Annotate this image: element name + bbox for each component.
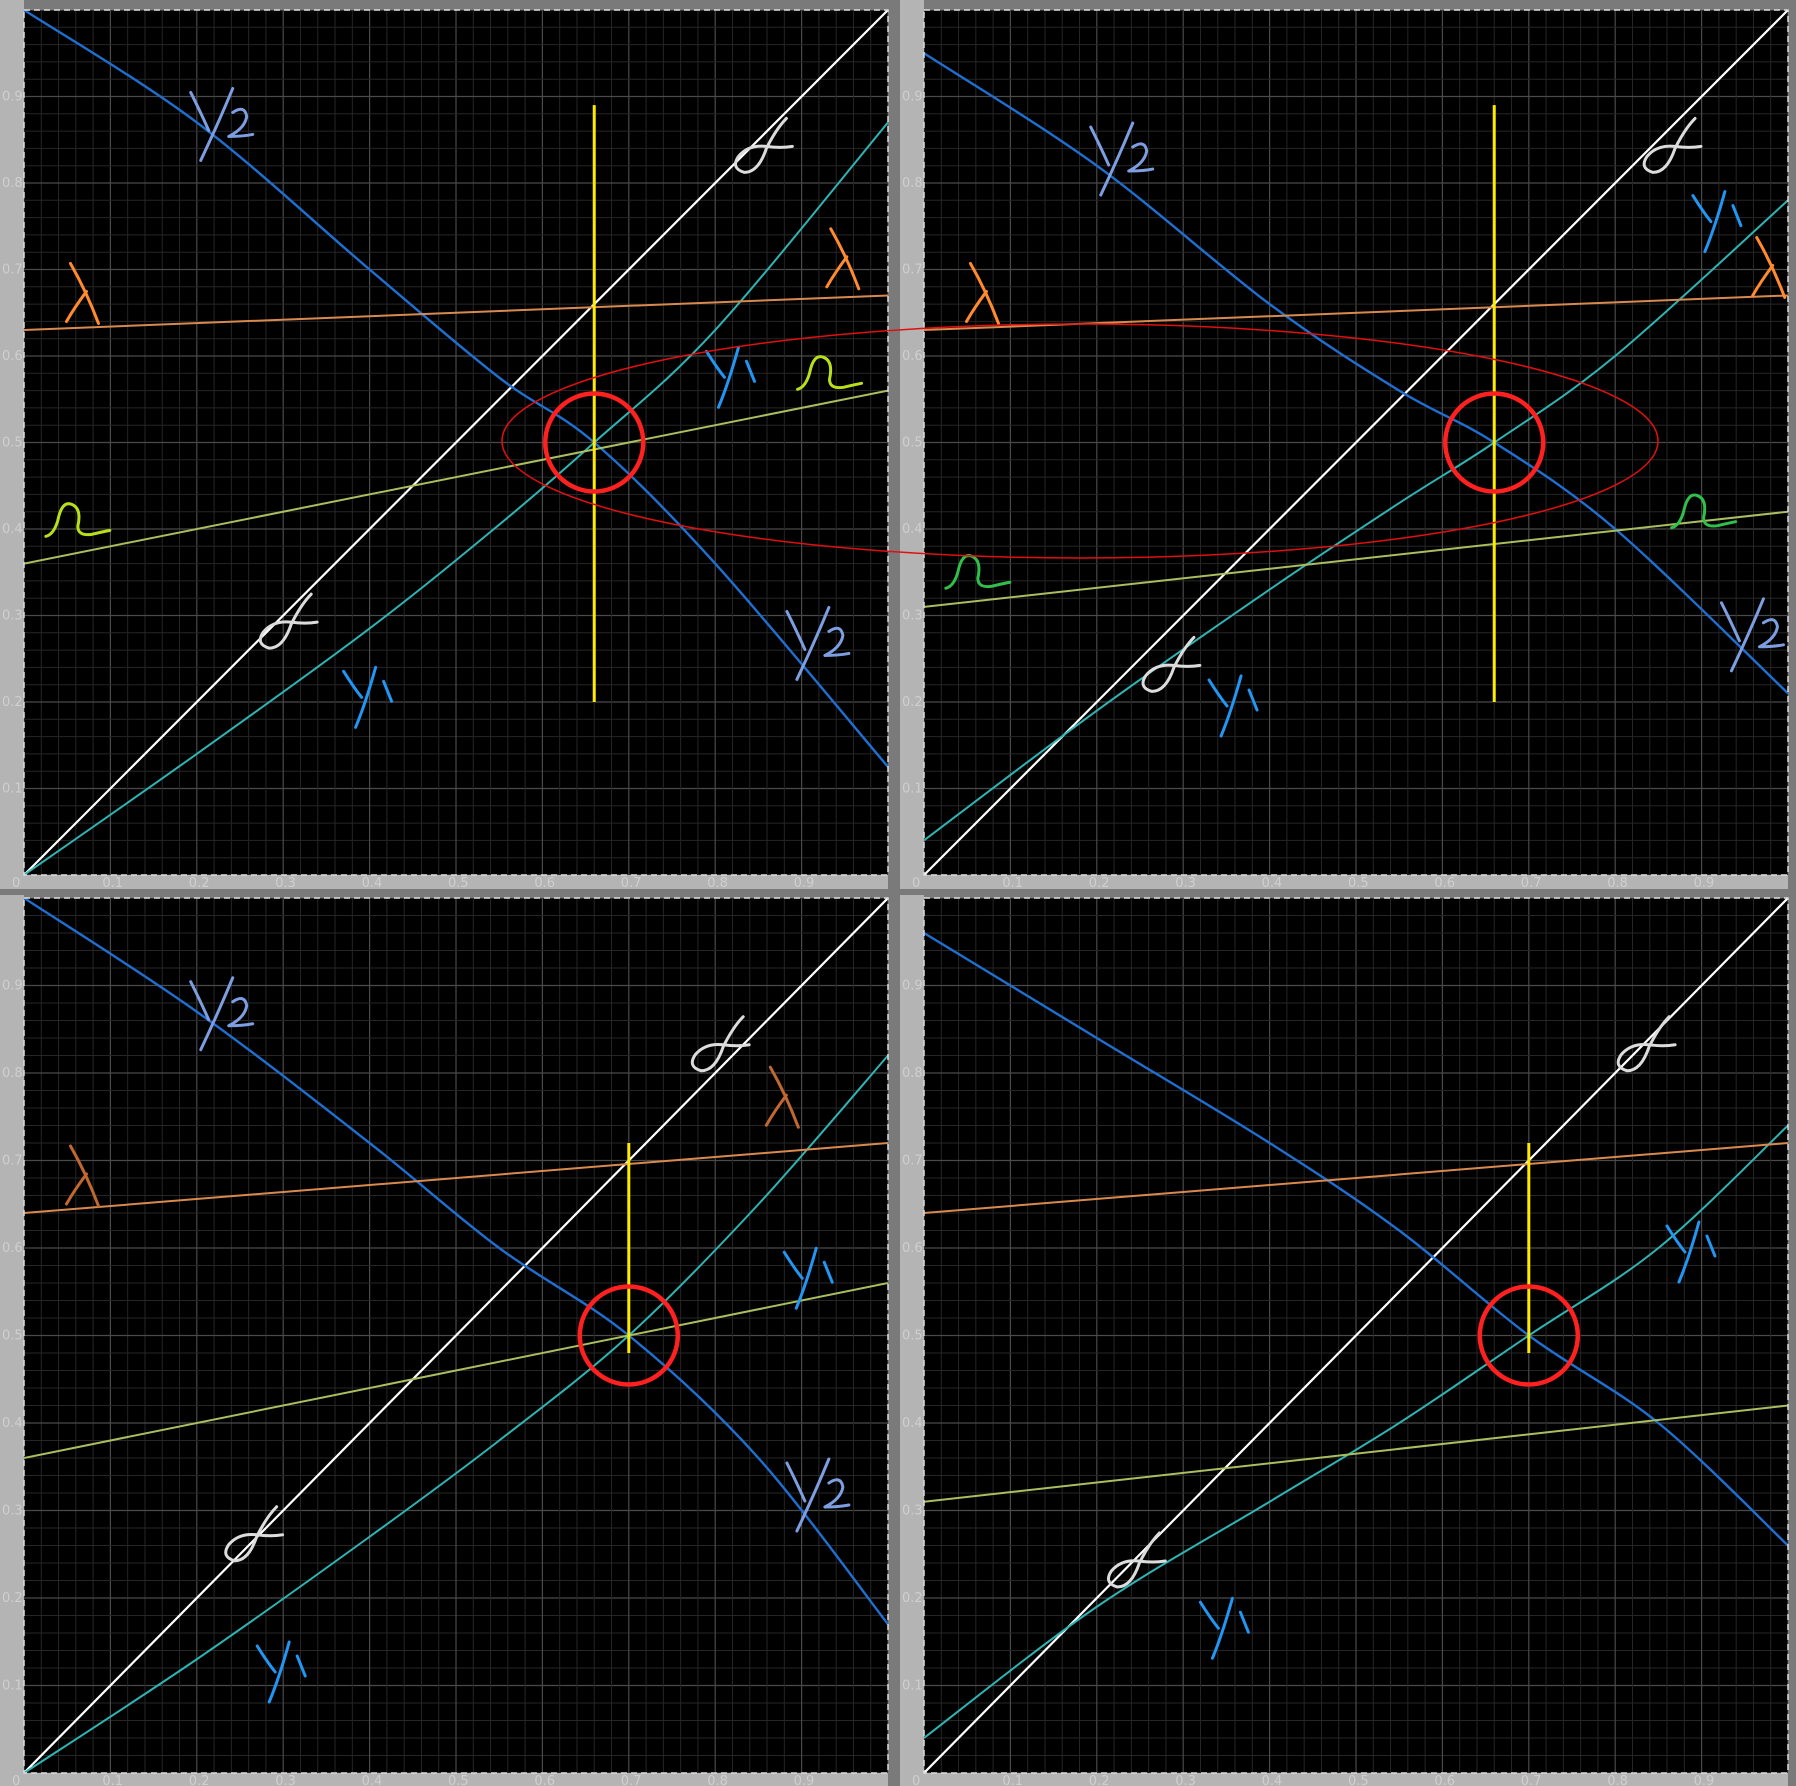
y-tick-label: 0.3: [902, 1504, 923, 1519]
x-tick-label: 0: [12, 1774, 20, 1786]
y-tick-label: 0.1: [902, 782, 923, 797]
y-tick-label: 0.5: [2, 1329, 23, 1344]
y-tick-label: 0.3: [902, 609, 923, 624]
y-tick-label: 0.7: [2, 1154, 23, 1169]
y-tick-label: 0.4: [2, 522, 23, 537]
y-tick-label: 0.6: [902, 1241, 923, 1256]
x-tick-label: 0: [12, 876, 20, 891]
y-tick-label: 0.7: [2, 263, 23, 278]
x-tick-label: 0.2: [189, 876, 210, 891]
x-tick-label: 0.1: [102, 876, 123, 891]
y-tick-label: 0.9: [2, 979, 23, 994]
x-tick-label: 0.9: [794, 876, 815, 891]
x-tick-label: 0: [912, 876, 920, 891]
y-tick-label: 0.2: [902, 695, 923, 710]
x-tick-label: 0.8: [1607, 1774, 1628, 1786]
y-tick-label: 0.8: [902, 176, 923, 191]
x-tick-label: 0.2: [1089, 1774, 1110, 1786]
y-tick-label: 0.8: [2, 176, 23, 191]
chart-grid: Y2Y2ααλλY1Y1ΩΩ00.10.20.30.40.50.60.70.80…: [0, 0, 1796, 1786]
chart-panel-top-left: Y2Y2ααλλY1Y1ΩΩ0 0.1 0.2 0.3 0.4 0.5 0.6 0.7 0.8 0…: [0, 0, 889, 891]
y-tick-label: 0.9: [2, 90, 23, 105]
y-tick-label: 0.4: [2, 1416, 23, 1431]
x-tick-label: 0.7: [621, 876, 642, 891]
x-tick-label: 0.8: [1607, 876, 1628, 891]
y-tick-label: 0.3: [2, 609, 23, 624]
x-tick-label: 0.6: [1434, 876, 1455, 891]
x-tick-label: 0.3: [1175, 876, 1196, 891]
y-tick-label: 0.6: [902, 349, 923, 364]
x-tick-label: 0.1: [102, 1774, 123, 1786]
chart-panel-top-right: Y2Y2ααλλY1Y1ΩΩ0 0.1 0.2 0.3 0.4 0.5 0.6 0.7 0.8 0…: [900, 0, 1789, 891]
chart-panel-bottom-right: ααY1Y10 0.1 0.2 0.3 0.4 0.5 0.6 0.7 0.8 0.90.10.2…: [900, 895, 1789, 1786]
x-axis-strip: [900, 875, 1788, 889]
y-tick-label: 0.5: [902, 436, 923, 451]
y-tick-label: 0.1: [902, 1679, 923, 1694]
x-tick-label: 0.1: [1002, 876, 1023, 891]
y-tick-label: 0.8: [902, 1066, 923, 1081]
x-tick-label: 0.6: [534, 876, 555, 891]
y-tick-label: 0.7: [902, 263, 923, 278]
x-tick-label: 0: [912, 1774, 920, 1786]
x-tick-label: 0.8: [707, 876, 728, 891]
x-tick-label: 0.7: [1521, 876, 1542, 891]
x-tick-label: 0.5: [448, 1774, 469, 1786]
chart-panel-bottom-left: Y2Y2ααλλY1Y10 0.1 0.2 0.3 0.4 0.5 0.6 0.7 0.8 0.9…: [0, 895, 889, 1786]
y-tick-label: 0.1: [2, 1679, 23, 1694]
x-tick-label: 0.5: [1348, 876, 1369, 891]
x-tick-label: 0.3: [1175, 1774, 1196, 1786]
x-axis-strip: [0, 1773, 888, 1786]
x-axis-strip: [900, 1773, 1788, 1786]
x-tick-label: 0.3: [275, 876, 296, 891]
x-tick-label: 0.3: [275, 1774, 296, 1786]
x-tick-label: 0.8: [707, 1774, 728, 1786]
y-tick-label: 0.5: [2, 436, 23, 451]
x-tick-label: 0.7: [1521, 1774, 1542, 1786]
chart-canvas: Y2Y2ααλλY1Y1ΩΩ0 0.1 0.2 0.3 0.4 0.5 0.6 0.7 0.8 0…: [0, 0, 1789, 1786]
x-tick-label: 0.6: [534, 1774, 555, 1786]
x-tick-label: 0.5: [448, 876, 469, 891]
x-tick-label: 0.4: [362, 1774, 383, 1786]
x-tick-label: 0.4: [362, 876, 383, 891]
x-tick-label: 0.6: [1434, 1774, 1455, 1786]
y-tick-label: 0.5: [902, 1329, 923, 1344]
x-tick-label: 0.9: [1694, 876, 1715, 891]
y-tick-label: 0.6: [2, 1241, 23, 1256]
y-tick-label: 0.4: [902, 1416, 923, 1431]
y-tick-label: 0.6: [2, 349, 23, 364]
y-tick-label: 0.9: [902, 90, 923, 105]
x-tick-label: 0.4: [1262, 1774, 1283, 1786]
y-tick-label: 0.4: [902, 522, 923, 537]
y-tick-label: 0.2: [2, 695, 23, 710]
x-tick-label: 0.2: [1089, 876, 1110, 891]
x-tick-label: 0.7: [621, 1774, 642, 1786]
x-tick-label: 0.4: [1262, 876, 1283, 891]
y-tick-label: 0.2: [902, 1591, 923, 1606]
x-tick-label: 0.9: [1694, 1774, 1715, 1786]
x-tick-label: 0.5: [1348, 1774, 1369, 1786]
x-tick-label: 0.1: [1002, 1774, 1023, 1786]
y-tick-label: 0.9: [902, 979, 923, 994]
y-tick-label: 0.1: [2, 782, 23, 797]
x-tick-label: 0.2: [189, 1774, 210, 1786]
x-tick-label: 0.9: [794, 1774, 815, 1786]
y-tick-label: 0.3: [2, 1504, 23, 1519]
x-axis-strip: [0, 875, 888, 889]
y-tick-label: 0.8: [2, 1066, 23, 1081]
y-tick-label: 0.7: [902, 1154, 923, 1169]
y-tick-label: 0.2: [2, 1591, 23, 1606]
